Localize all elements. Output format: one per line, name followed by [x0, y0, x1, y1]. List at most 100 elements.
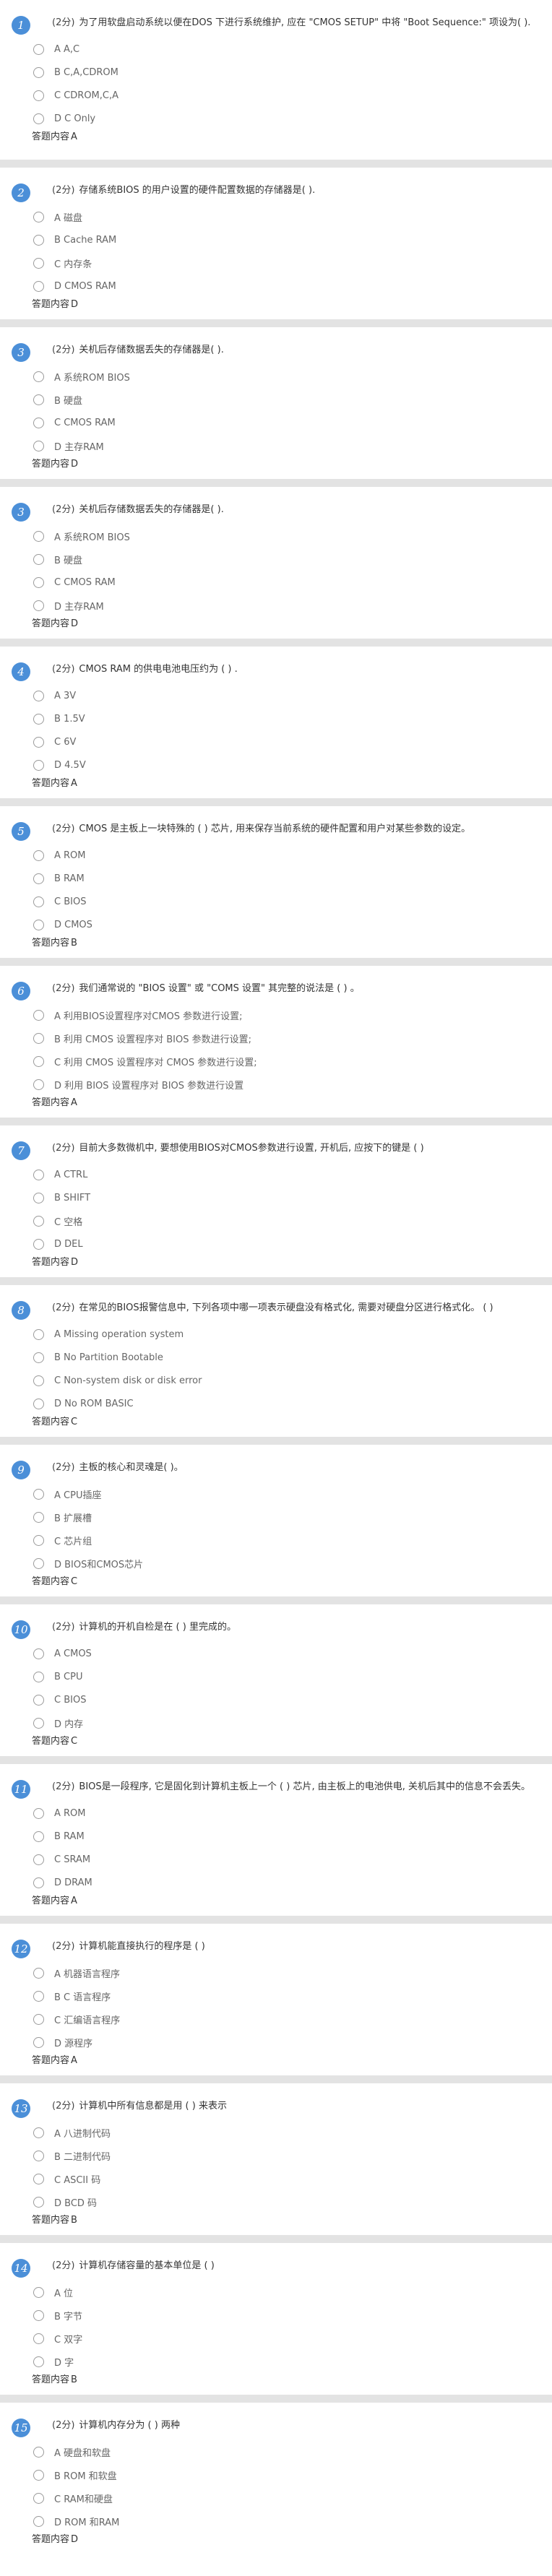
option-row[interactable]: B SHIFT	[33, 1186, 538, 1209]
radio-button[interactable]	[33, 1694, 44, 1706]
radio-button[interactable]	[33, 90, 44, 101]
radio-button[interactable]	[33, 759, 44, 771]
option-row[interactable]: A 3V	[33, 684, 538, 707]
option-row[interactable]: D 源程序	[33, 2031, 538, 2054]
radio-button[interactable]	[33, 2309, 44, 2321]
radio-button[interactable]	[33, 1534, 44, 1546]
radio-button[interactable]	[33, 2196, 44, 2208]
option-row[interactable]: B 硬盘	[33, 548, 538, 571]
radio-button[interactable]	[33, 2127, 44, 2138]
option-row[interactable]: B 1.5V	[33, 707, 538, 730]
radio-button[interactable]	[33, 66, 44, 78]
radio-button[interactable]	[33, 2173, 44, 2184]
option-row[interactable]: B CPU	[33, 1665, 538, 1688]
option-row[interactable]: B C 语言程序	[33, 1984, 538, 2007]
radio-button[interactable]	[33, 113, 44, 124]
option-row[interactable]: D DRAM	[33, 1871, 538, 1894]
radio-button[interactable]	[33, 1990, 44, 2002]
option-row[interactable]: C 芯片组	[33, 1529, 538, 1552]
option-row[interactable]: A 利用BIOS设置程序对CMOS 参数进行设置;	[33, 1003, 538, 1026]
radio-button[interactable]	[33, 1877, 44, 1888]
option-row[interactable]: B 硬盘	[33, 388, 538, 411]
radio-button[interactable]	[33, 1328, 44, 1340]
option-row[interactable]: C 空格	[33, 1209, 538, 1232]
radio-button[interactable]	[33, 2446, 44, 2458]
radio-button[interactable]	[33, 600, 44, 611]
option-row[interactable]: D 利用 BIOS 设置程序对 BIOS 参数进行设置	[33, 1073, 538, 1096]
radio-button[interactable]	[33, 1717, 44, 1729]
option-row[interactable]: A ROM	[33, 1802, 538, 1825]
option-row[interactable]: B ROM 和软盘	[33, 2463, 538, 2486]
option-row[interactable]: D ROM 和RAM	[33, 2510, 538, 2533]
radio-button[interactable]	[33, 280, 44, 292]
radio-button[interactable]	[33, 1557, 44, 1569]
option-row[interactable]: B 字节	[33, 2304, 538, 2327]
radio-button[interactable]	[33, 257, 44, 269]
option-row[interactable]: D CMOS	[33, 913, 538, 936]
radio-button[interactable]	[33, 1009, 44, 1021]
option-row[interactable]: A Missing operation system	[33, 1323, 538, 1346]
option-row[interactable]: A A,C	[33, 38, 538, 61]
option-row[interactable]: D 内存	[33, 1711, 538, 1734]
radio-button[interactable]	[33, 1238, 44, 1250]
option-row[interactable]: A 机器语言程序	[33, 1961, 538, 1984]
option-row[interactable]: C ASCII 码	[33, 2167, 538, 2190]
option-row[interactable]: D 主存RAM	[33, 434, 538, 457]
option-row[interactable]: C Non-system disk or disk error	[33, 1369, 538, 1392]
radio-button[interactable]	[33, 896, 44, 907]
radio-button[interactable]	[33, 1648, 44, 1659]
option-row[interactable]: D 4.5V	[33, 753, 538, 777]
radio-button[interactable]	[33, 2469, 44, 2481]
option-row[interactable]: A CPU插座	[33, 1482, 538, 1505]
option-row[interactable]: B C,A,CDROM	[33, 61, 538, 84]
radio-button[interactable]	[33, 211, 44, 222]
option-row[interactable]: A 磁盘	[33, 205, 538, 228]
option-row[interactable]: C 汇编语言程序	[33, 2007, 538, 2031]
radio-button[interactable]	[33, 1398, 44, 1409]
radio-button[interactable]	[33, 576, 44, 588]
option-row[interactable]: B RAM	[33, 867, 538, 890]
option-row[interactable]: D No ROM BASIC	[33, 1392, 538, 1415]
option-row[interactable]: A 位	[33, 2281, 538, 2304]
option-row[interactable]: C BIOS	[33, 890, 538, 913]
radio-button[interactable]	[33, 43, 44, 55]
radio-button[interactable]	[33, 530, 44, 542]
radio-button[interactable]	[33, 1967, 44, 1979]
radio-button[interactable]	[33, 2286, 44, 2298]
radio-button[interactable]	[33, 1831, 44, 1842]
radio-button[interactable]	[33, 1192, 44, 1203]
radio-button[interactable]	[33, 440, 44, 451]
option-row[interactable]: D 字	[33, 2350, 538, 2373]
radio-button[interactable]	[33, 2515, 44, 2527]
option-row[interactable]: D BIOS和CMOS芯片	[33, 1552, 538, 1575]
radio-button[interactable]	[33, 919, 44, 930]
option-row[interactable]: C CMOS RAM	[33, 411, 538, 434]
radio-button[interactable]	[33, 850, 44, 861]
radio-button[interactable]	[33, 2356, 44, 2367]
radio-button[interactable]	[33, 1032, 44, 1044]
radio-button[interactable]	[33, 1055, 44, 1067]
option-row[interactable]: C 6V	[33, 730, 538, 753]
option-row[interactable]: A CTRL	[33, 1163, 538, 1186]
option-row[interactable]: B RAM	[33, 1825, 538, 1848]
option-row[interactable]: A 八进制代码	[33, 2121, 538, 2144]
option-row[interactable]: C 利用 CMOS 设置程序对 CMOS 参数进行设置;	[33, 1050, 538, 1073]
option-row[interactable]: C CMOS RAM	[33, 571, 538, 594]
radio-button[interactable]	[33, 553, 44, 565]
radio-button[interactable]	[33, 2492, 44, 2504]
radio-button[interactable]	[33, 1352, 44, 1363]
radio-button[interactable]	[33, 713, 44, 725]
option-row[interactable]: C SRAM	[33, 1848, 538, 1871]
option-row[interactable]: B 利用 CMOS 设置程序对 BIOS 参数进行设置;	[33, 1026, 538, 1050]
radio-button[interactable]	[33, 2150, 44, 2161]
radio-button[interactable]	[33, 417, 44, 428]
option-row[interactable]: D BCD 码	[33, 2190, 538, 2213]
option-row[interactable]: B 扩展槽	[33, 1505, 538, 1529]
option-row[interactable]: B No Partition Bootable	[33, 1346, 538, 1369]
option-row[interactable]: D 主存RAM	[33, 594, 538, 617]
option-row[interactable]: A 系统ROM BIOS	[33, 524, 538, 548]
radio-button[interactable]	[33, 1079, 44, 1090]
option-row[interactable]: C CDROM,C,A	[33, 84, 538, 107]
option-row[interactable]: C 内存条	[33, 251, 538, 275]
radio-button[interactable]	[33, 2333, 44, 2344]
